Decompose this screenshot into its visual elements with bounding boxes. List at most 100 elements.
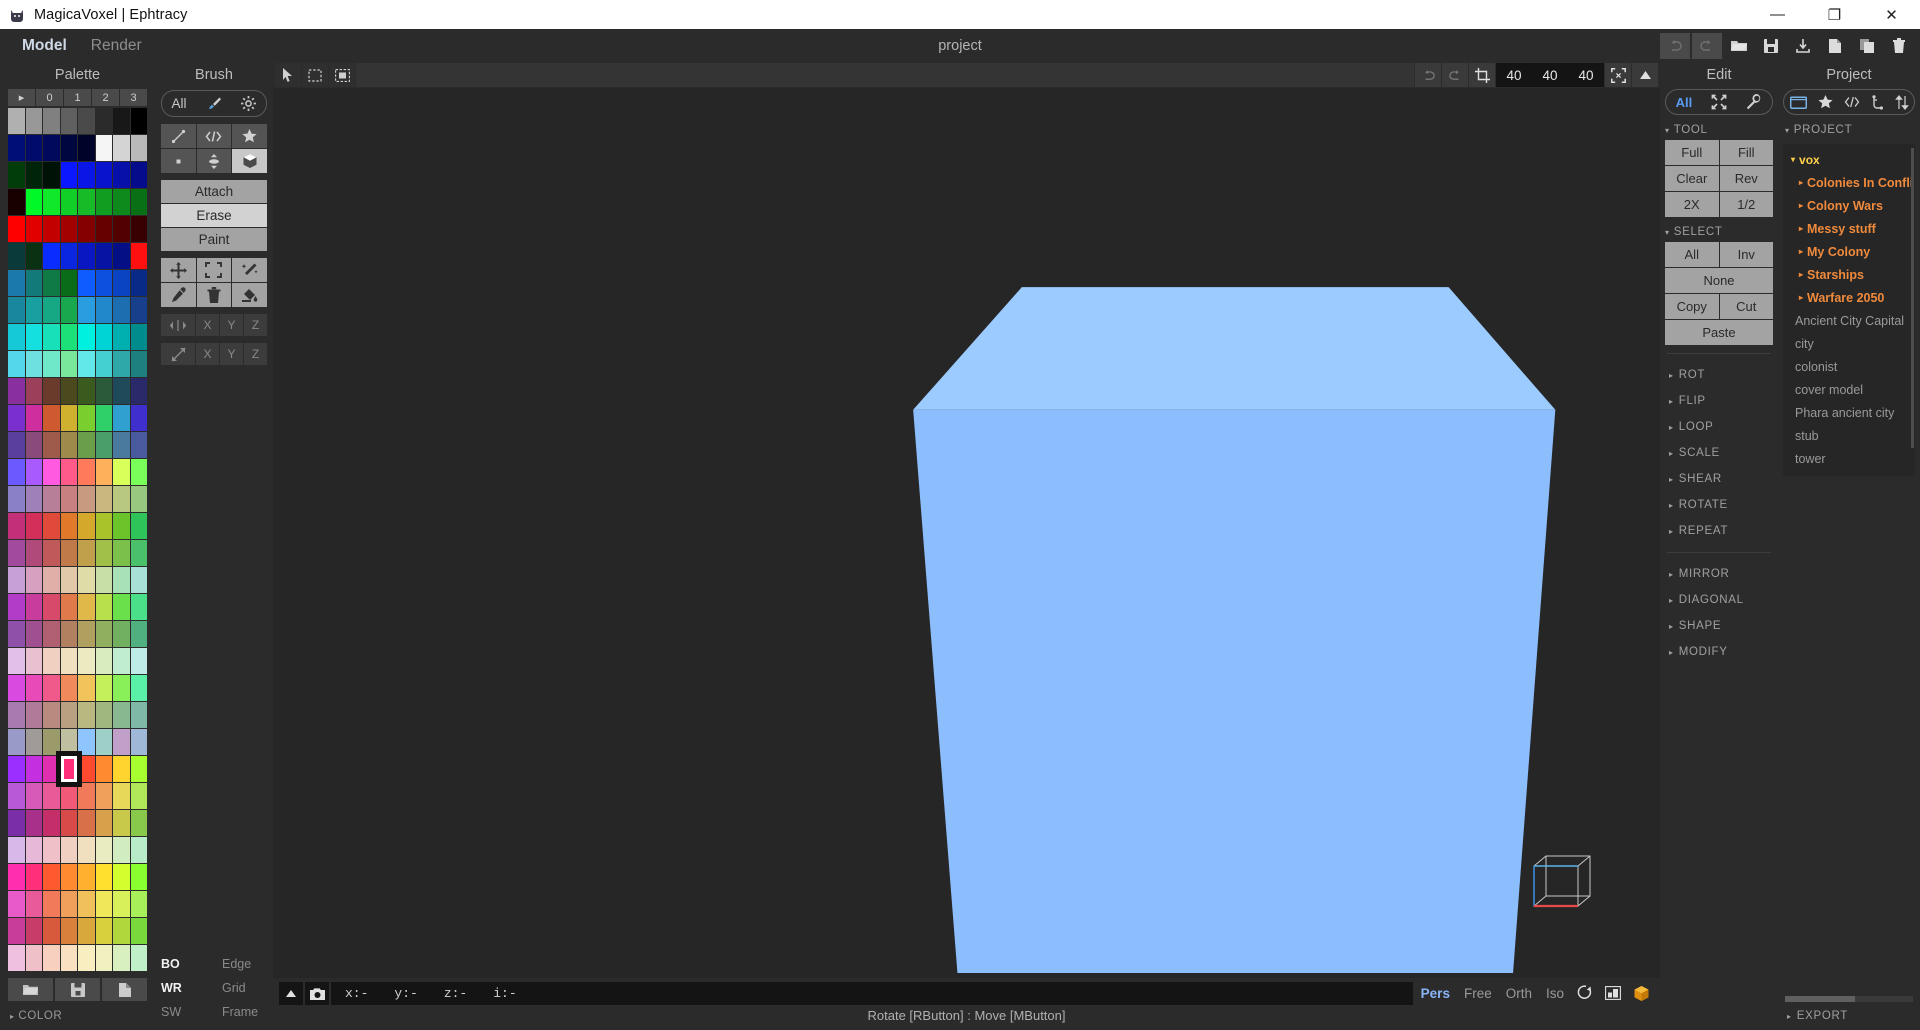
palette-swatch[interactable] (8, 297, 25, 323)
palette-swatch[interactable] (43, 486, 60, 512)
scale-axis-z[interactable]: Z (244, 343, 267, 365)
palette-swatch[interactable] (8, 540, 25, 566)
select-section-header[interactable]: ▾ SELECT (1665, 226, 1773, 238)
palette-swatch[interactable] (78, 135, 95, 161)
palette-swatch[interactable] (25, 216, 42, 242)
palette-swatch[interactable] (8, 675, 25, 701)
palette-swatch[interactable] (130, 891, 147, 917)
region-icon[interactable] (329, 63, 355, 87)
section-scale[interactable]: ▸ SCALE (1665, 440, 1773, 466)
palette-swatch[interactable] (25, 486, 42, 512)
tool-2x-button[interactable]: 2X (1665, 192, 1719, 217)
palette-swatch[interactable] (43, 432, 60, 458)
palette-swatch[interactable] (8, 486, 25, 512)
palette-swatch[interactable] (95, 918, 112, 944)
palette-swatch[interactable] (8, 918, 25, 944)
palette-swatch[interactable] (130, 243, 147, 269)
palette-swatch[interactable] (43, 729, 60, 755)
mirror-axis-x[interactable]: X (196, 314, 219, 336)
delete-icon[interactable] (1884, 33, 1914, 59)
palette-swatch[interactable] (25, 540, 42, 566)
palette-swatch[interactable] (130, 189, 147, 215)
palette-swatch[interactable] (113, 135, 130, 161)
fit-icon[interactable] (1605, 63, 1631, 87)
viewport-redo-icon[interactable] (1442, 63, 1468, 87)
scale-axis-y[interactable]: Y (220, 343, 243, 365)
redo-icon[interactable] (1692, 32, 1722, 59)
palette-swatch[interactable] (113, 648, 130, 674)
export-section-header[interactable]: ▸ EXPORT (1783, 1006, 1915, 1030)
palette-swatch[interactable] (43, 567, 60, 593)
palette-swatch[interactable] (130, 405, 147, 431)
tool-section-header[interactable]: ▾ TOOL (1665, 124, 1773, 136)
palette-swatch[interactable] (113, 729, 130, 755)
palette-swatch[interactable] (113, 324, 130, 350)
gear-icon[interactable] (241, 96, 257, 111)
palette-swatch[interactable] (8, 945, 25, 971)
resize-icon[interactable] (161, 343, 195, 365)
palette-swatch[interactable] (43, 459, 60, 485)
palette-swatch[interactable] (43, 837, 60, 863)
palette-swatch[interactable] (43, 702, 60, 728)
palette-swatch[interactable] (95, 567, 112, 593)
palette-swatch[interactable] (95, 864, 112, 890)
palette-swatch[interactable] (130, 486, 147, 512)
palette-swatch[interactable] (60, 729, 77, 755)
section-rot[interactable]: ▸ ROT (1665, 362, 1773, 388)
palette-swatch[interactable] (25, 351, 42, 377)
palette-swatch[interactable] (78, 567, 95, 593)
palette-swatch[interactable] (8, 243, 25, 269)
palette-swatch[interactable] (8, 891, 25, 917)
scale-axis-x[interactable]: X (196, 343, 219, 365)
palette-swatch[interactable] (43, 189, 60, 215)
attach-button[interactable]: Attach (161, 180, 267, 203)
palette-swatch[interactable] (25, 621, 42, 647)
palette-swatch[interactable] (130, 918, 147, 944)
palette-swatch[interactable] (95, 378, 112, 404)
palette-swatch[interactable] (8, 621, 25, 647)
palette-swatch[interactable] (43, 864, 60, 890)
palette-swatch[interactable] (95, 594, 112, 620)
palette-swatch[interactable] (78, 297, 95, 323)
palette-swatch[interactable] (60, 378, 77, 404)
magic-wand-icon[interactable] (232, 258, 267, 282)
palette-swatch[interactable] (60, 243, 77, 269)
palette-swatch[interactable] (43, 351, 60, 377)
status-collapse-icon[interactable] (279, 981, 303, 1005)
select-copy-button[interactable]: Copy (1665, 294, 1719, 319)
palette-swatch[interactable] (130, 810, 147, 836)
palette-swatch[interactable] (25, 810, 42, 836)
palette-swatch[interactable] (130, 675, 147, 701)
palette-swatch[interactable] (130, 378, 147, 404)
palette-swatch[interactable] (95, 810, 112, 836)
orange-box-icon[interactable] (1628, 982, 1654, 1005)
palette-swatch[interactable] (25, 243, 42, 269)
palette-swatch[interactable] (78, 891, 95, 917)
palette-color-grid[interactable] (8, 108, 147, 971)
palette-swatch[interactable] (113, 702, 130, 728)
palette-swatch[interactable] (78, 324, 95, 350)
palette-swatch[interactable] (8, 135, 25, 161)
palette-swatch[interactable] (78, 189, 95, 215)
palette-swatch[interactable] (95, 486, 112, 512)
palette-swatch[interactable] (8, 432, 25, 458)
palette-swatch[interactable] (25, 891, 42, 917)
palette-swatch[interactable] (60, 756, 77, 782)
palette-swatch[interactable] (43, 162, 60, 188)
triangle-up-icon[interactable] (1632, 63, 1658, 87)
palette-swatch[interactable] (95, 351, 112, 377)
tool-half-button[interactable]: 1/2 (1719, 192, 1773, 217)
palette-swatch[interactable] (60, 891, 77, 917)
trash-icon[interactable] (196, 283, 232, 307)
palette-swatch[interactable] (25, 648, 42, 674)
section-loop[interactable]: ▸ LOOP (1665, 414, 1773, 440)
palette-col-header-0[interactable]: ▸ (8, 89, 36, 106)
palette-swatch[interactable] (8, 594, 25, 620)
palette-swatch[interactable] (43, 270, 60, 296)
palette-swatch[interactable] (130, 756, 147, 782)
voxel-dot-icon[interactable] (161, 149, 196, 173)
arrow-cursor-icon[interactable] (275, 63, 301, 87)
palette-swatch[interactable] (130, 540, 147, 566)
palette-swatch[interactable] (60, 837, 77, 863)
palette-swatch[interactable] (25, 135, 42, 161)
